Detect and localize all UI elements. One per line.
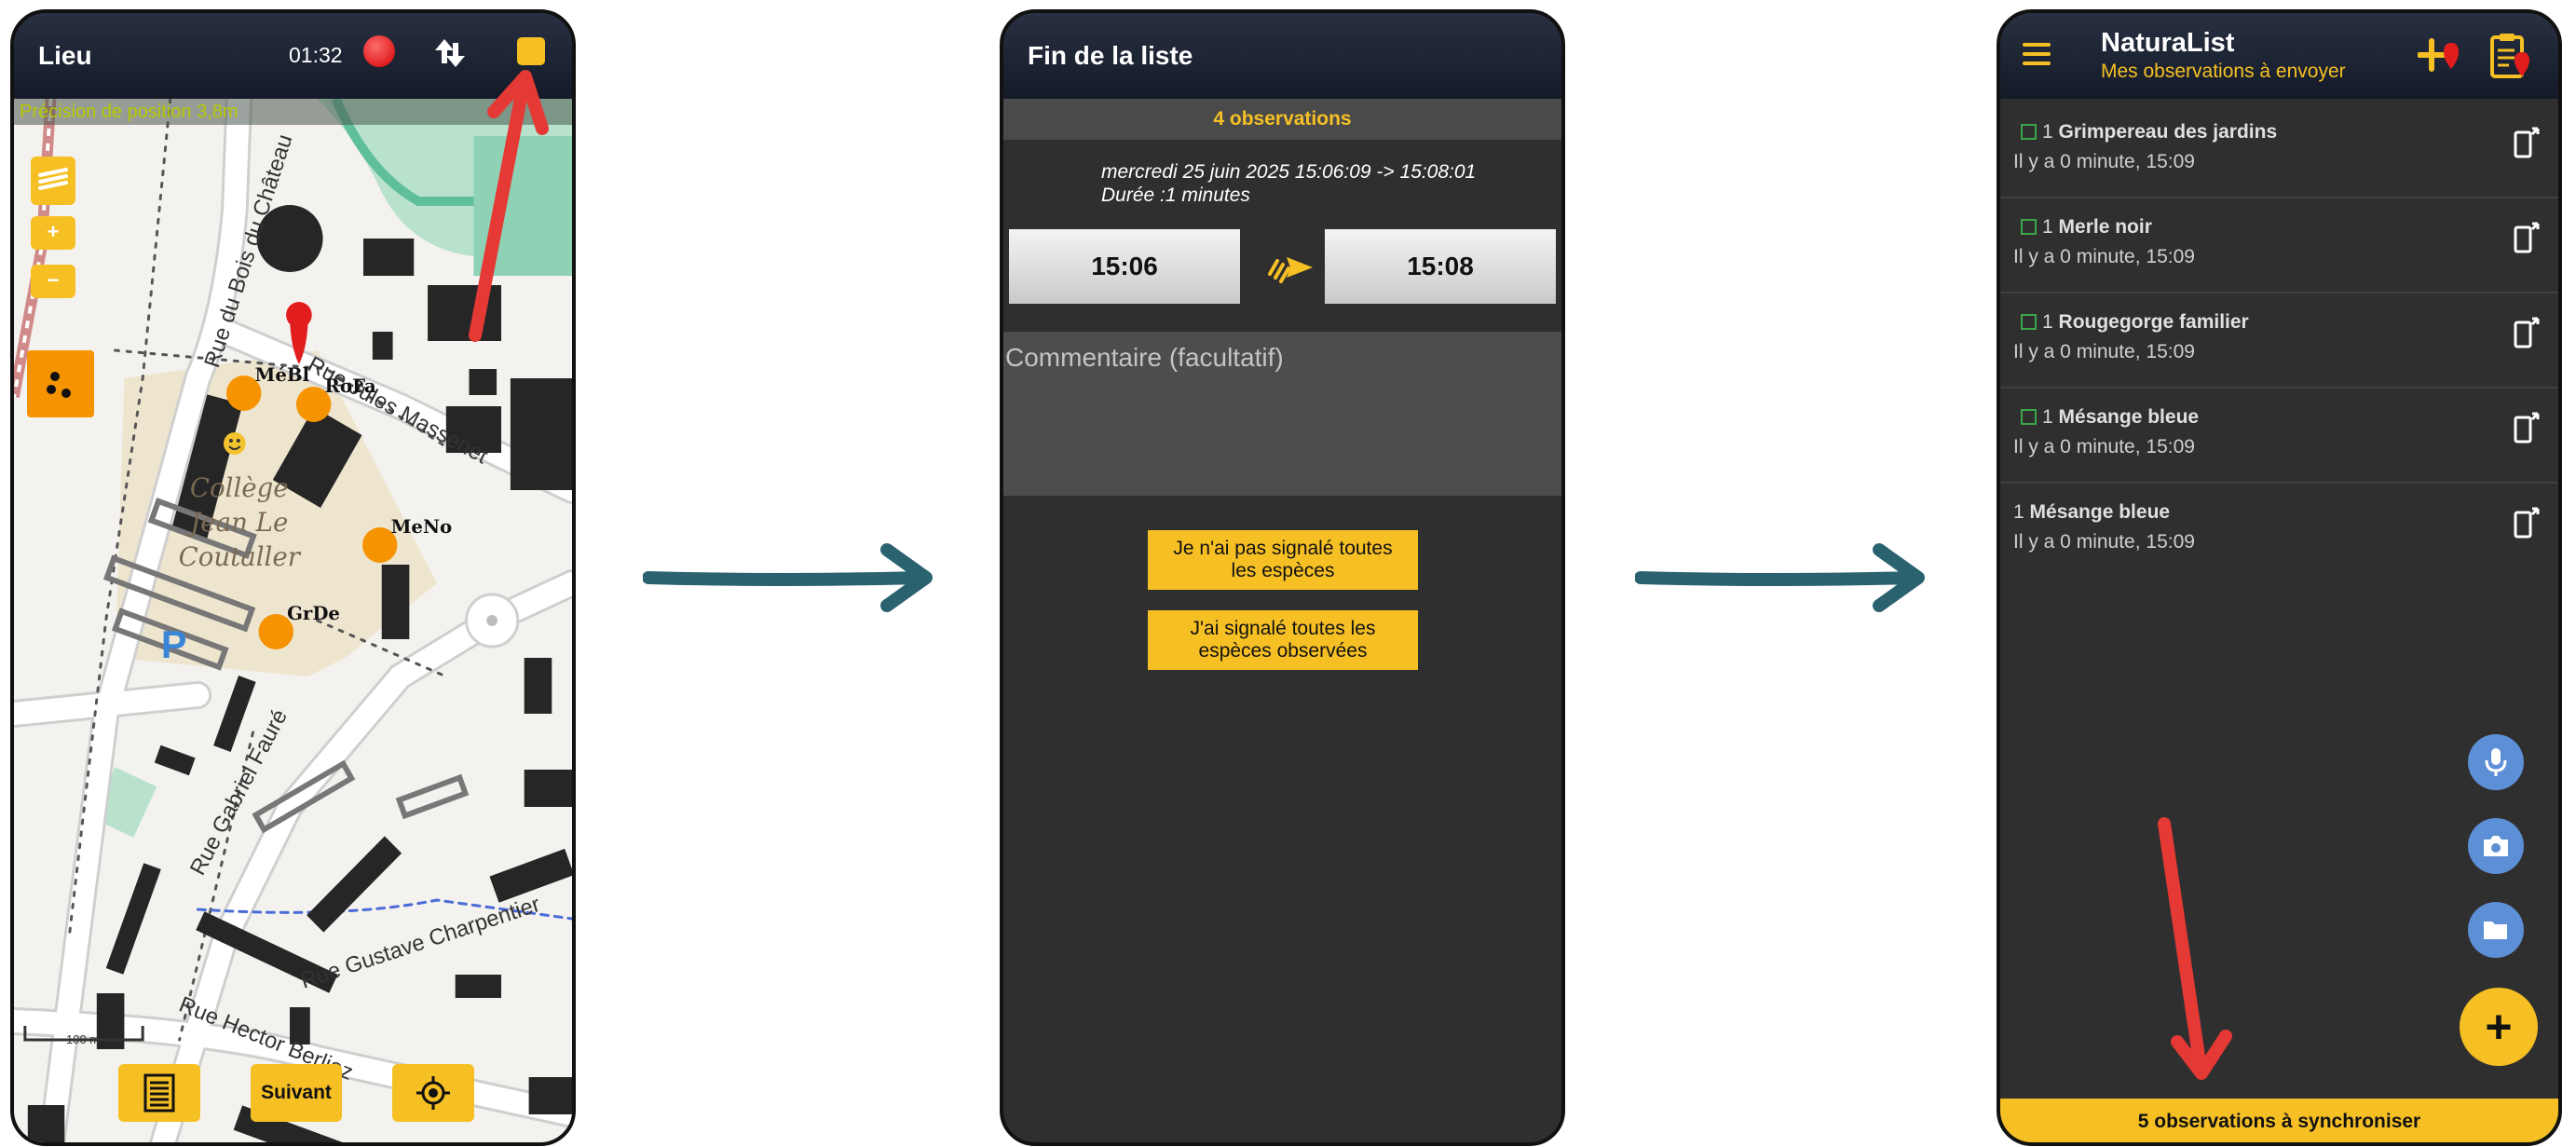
arrow-right-icon [1268,257,1313,283]
checkbox[interactable] [2021,124,2037,140]
flow-arrow-icon [643,543,933,612]
species-name: Mésange bleue [2029,501,2171,523]
observation-count: 4 observations [1003,99,1561,140]
end-time-button[interactable]: 15:08 [1325,229,1556,304]
list-item[interactable]: 1 Merle noir Il y a 0 minute, 15:09 [2000,199,2558,294]
obs-time: Il y a 0 minute, 15:09 [2013,341,2195,362]
list-item[interactable]: 1 Mésange bleue Il y a 0 minute, 15:09 [2000,389,2558,484]
user-position-icon [223,432,246,455]
microphone-icon [2485,748,2507,776]
start-time-button[interactable]: 15:06 [1009,229,1240,304]
add-observation-button[interactable]: + [2460,988,2538,1066]
folder-button[interactable] [2468,902,2524,958]
zoom-out-button[interactable]: − [31,265,75,298]
top-bar: Fin de la liste [1003,13,1561,99]
checkbox[interactable] [2021,314,2037,330]
building-label: Collège [190,472,289,503]
comment-input[interactable]: Commentaire (facultatif) [1003,332,1561,496]
list-item[interactable]: 1 Grimpereau des jardins Il y a 0 minute… [2000,104,2558,198]
phone-sync-icon[interactable] [2510,220,2545,255]
list-icon [143,1073,175,1113]
button-line: les espèces [1231,560,1335,581]
position-precision: Précision de position 3,8m [14,99,572,125]
observations-screen: NaturaList Mes observations à envoyer 1 … [1997,9,2562,1146]
all-species-button[interactable]: J'ai signalé toutes les espèces observée… [1148,610,1418,670]
species-name: Merle noir [2058,216,2152,238]
swap-arrows-icon[interactable] [431,34,469,71]
duration: Durée :1 minutes [1101,184,1250,206]
scale-label: 100 m [66,1032,101,1046]
date-range: mercredi 25 juin 2025 15:06:09 -> 15:08:… [1101,161,1477,183]
species-name: Mésange bleue [2058,406,2200,428]
checkbox[interactable] [2021,219,2037,235]
map-view[interactable]: Rue du Bois du Château Rue Jules Massene… [14,99,572,1146]
checkbox[interactable] [2021,409,2037,425]
list-button[interactable] [118,1064,200,1122]
parking-label: P [161,622,187,666]
obs-count: 1 [2013,501,2024,523]
obs-time: Il y a 0 minute, 15:09 [2013,246,2195,267]
session-info: mercredi 25 juin 2025 15:06:09 -> 15:08:… [1101,160,1476,207]
obs-count: 1 [2042,121,2053,143]
not-all-species-button[interactable]: Je n'ai pas signalé toutes les espèces [1148,530,1418,590]
building-label: Jean Le [185,507,288,538]
locate-button[interactable] [392,1064,474,1122]
menu-icon[interactable] [2023,43,2051,71]
top-bar: NaturaList Mes observations à envoyer [2000,13,2558,99]
photo-button[interactable] [2468,818,2524,874]
next-button[interactable]: Suivant [251,1064,342,1122]
phone-sync-icon[interactable] [2510,505,2545,540]
list-item[interactable]: 1 Mésange bleue Il y a 0 minute, 15:09 [2000,485,2558,579]
species-name: Rougegorge familier [2058,311,2249,333]
recording-icon[interactable] [363,35,395,67]
page-subtitle: Mes observations à envoyer [2101,61,2346,82]
app-title: NaturaList [2101,28,2235,58]
obs-count: 1 [2042,406,2053,428]
obs-count: 1 [2042,216,2053,238]
top-bar: Lieu 01:32 [14,13,572,99]
page-title: Fin de la liste [1028,41,1193,70]
phone-sync-icon[interactable] [2510,125,2545,160]
layers-button[interactable] [31,157,75,205]
flow-arrow-icon [1635,543,1925,612]
list-item[interactable]: 1 Rougegorge familier Il y a 0 minute, 1… [2000,294,2558,389]
species-name: Grimpereau des jardins [2058,121,2278,143]
button-line: espèces observées [1198,640,1368,662]
svg-text:RoFa: RoFa [325,375,376,397]
dots-icon [47,372,71,398]
obs-count: 1 [2042,311,2053,333]
cluster-toggle-button[interactable] [27,350,94,417]
crosshair-icon [416,1076,450,1110]
map-screen: Rue du Bois du Château Rue Jules Massene… [10,9,576,1146]
svg-text:MéBl: MéBl [255,363,310,386]
page-title: Lieu [38,41,92,70]
obs-time: Il y a 0 minute, 15:09 [2013,151,2195,172]
building-label: Coutaller [179,541,302,572]
camera-icon [2484,836,2508,856]
folder-icon [2484,922,2507,939]
button-line: Je n'ai pas signalé toutes [1173,538,1393,559]
sync-button[interactable]: 5 observations à synchroniser [2000,1099,2558,1142]
phone-sync-icon[interactable] [2510,410,2545,445]
obs-time: Il y a 0 minute, 15:09 [2013,531,2195,553]
button-line: J'ai signalé toutes les [1190,618,1376,639]
svg-text:MeNo: MeNo [391,515,453,538]
zoom-in-button[interactable]: + [31,216,75,250]
phone-sync-icon[interactable] [2510,315,2545,350]
end-of-list-screen: Fin de la liste 4 observations mercredi … [1000,9,1565,1146]
add-marker-icon[interactable] [2418,35,2460,78]
voice-button[interactable] [2468,734,2524,790]
layers-icon [38,168,68,190]
clipboard-icon[interactable] [2487,30,2531,82]
stop-button[interactable] [517,37,545,65]
elapsed-timer: 01:32 [289,43,343,67]
obs-time: Il y a 0 minute, 15:09 [2013,436,2195,457]
svg-text:GrDe: GrDe [287,602,340,624]
